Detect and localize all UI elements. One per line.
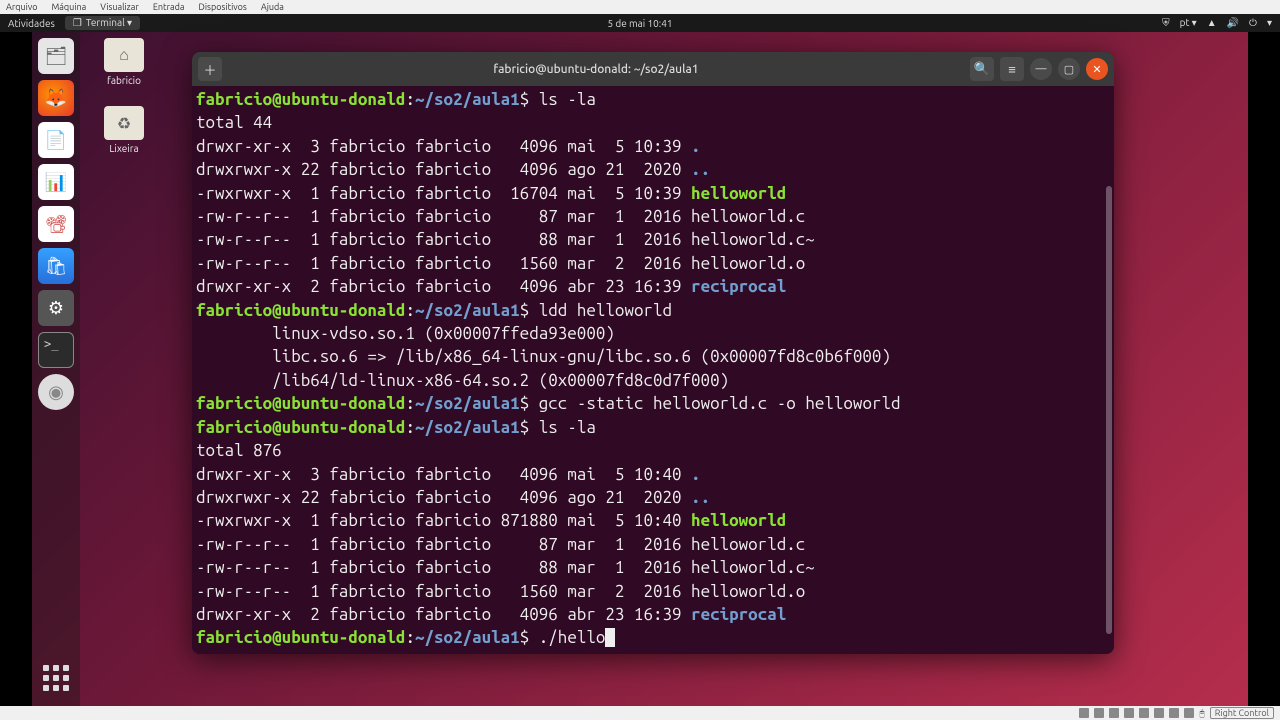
- vbox-usb-icon[interactable]: [1124, 708, 1134, 718]
- trash-icon: ♻: [104, 106, 144, 140]
- dock-files[interactable]: 🗂: [38, 38, 74, 74]
- vbox-menu-help[interactable]: Ajuda: [261, 2, 284, 12]
- virtualbox-menu[interactable]: Arquivo Máquina Visualizar Entrada Dispo…: [0, 0, 1280, 14]
- vbox-menu-input[interactable]: Entrada: [153, 2, 185, 12]
- dock-settings[interactable]: ⚙: [38, 290, 74, 326]
- vbox-hd-icon[interactable]: [1079, 708, 1089, 718]
- terminal-output[interactable]: fabricio@ubuntu-donald:~/so2/aula1$ ls -…: [192, 86, 1114, 654]
- virtualbox-statusbar: 🖰 Right Control: [0, 706, 1280, 720]
- vbox-rec-icon[interactable]: [1169, 708, 1179, 718]
- dock: 🗂 🦊 📄 📊 📽 🛍 ⚙ ◉: [32, 32, 80, 706]
- terminal-icon: ❐: [73, 17, 82, 29]
- show-applications[interactable]: [38, 660, 74, 696]
- desktop-home-folder[interactable]: ⌂ fabricio: [94, 38, 154, 86]
- volume-icon[interactable]: 🔊: [1227, 17, 1239, 29]
- dock-impress[interactable]: 📽: [38, 206, 74, 242]
- desktop: 🗂 🦊 📄 📊 📽 🛍 ⚙ ◉ ⌂ fabricio ♻ Lixeira ＋ f…: [32, 32, 1248, 706]
- desktop-home-label: fabricio: [94, 75, 154, 86]
- shield-icon[interactable]: ⛨: [1162, 17, 1170, 29]
- vbox-cd-icon[interactable]: [1094, 708, 1104, 718]
- vbox-shared-icon[interactable]: [1139, 708, 1149, 718]
- terminal-titlebar[interactable]: ＋ fabricio@ubuntu-donald: ~/so2/aula1 🔍 …: [192, 52, 1114, 86]
- vbox-display-icon[interactable]: [1154, 708, 1164, 718]
- vbox-net-icon[interactable]: [1109, 708, 1119, 718]
- hamburger-menu[interactable]: ≡: [1000, 57, 1024, 81]
- app-menu-label: Terminal ▾: [86, 17, 132, 29]
- vbox-menu-machine[interactable]: Máquina: [51, 2, 86, 12]
- dock-firefox[interactable]: 🦊: [38, 80, 74, 116]
- terminal-scrollbar[interactable]: [1106, 186, 1112, 634]
- vbox-menu-file[interactable]: Arquivo: [6, 2, 37, 12]
- dock-terminal[interactable]: [38, 332, 74, 368]
- activities-button[interactable]: Atividades: [8, 18, 55, 29]
- language-indicator[interactable]: pt ▾: [1180, 17, 1197, 29]
- clock[interactable]: 5 de mai 10:41: [607, 18, 672, 29]
- dock-writer[interactable]: 📄: [38, 122, 74, 158]
- chevron-down-icon[interactable]: ▾: [1267, 17, 1272, 29]
- vbox-cpu-icon[interactable]: [1184, 708, 1194, 718]
- desktop-trash[interactable]: ♻ Lixeira: [94, 106, 154, 154]
- network-icon[interactable]: ▲: [1207, 17, 1217, 29]
- power-icon[interactable]: ⏻: [1249, 17, 1257, 29]
- minimize-button[interactable]: —: [1030, 58, 1052, 80]
- app-menu-terminal[interactable]: ❐ Terminal ▾: [65, 16, 140, 30]
- terminal-window: ＋ fabricio@ubuntu-donald: ~/so2/aula1 🔍 …: [192, 52, 1114, 654]
- dock-disc[interactable]: ◉: [38, 374, 74, 410]
- vbox-menu-devices[interactable]: Dispositivos: [199, 2, 247, 12]
- home-icon: ⌂: [104, 38, 144, 72]
- gnome-topbar: Atividades ❐ Terminal ▾ 5 de mai 10:41 ⛨…: [0, 14, 1280, 32]
- dock-software[interactable]: 🛍: [38, 248, 74, 284]
- search-button[interactable]: 🔍: [970, 57, 994, 81]
- dock-calc[interactable]: 📊: [38, 164, 74, 200]
- desktop-trash-label: Lixeira: [94, 143, 154, 154]
- close-button[interactable]: ✕: [1086, 58, 1108, 80]
- maximize-button[interactable]: ▢: [1058, 58, 1080, 80]
- vbox-hostkey[interactable]: Right Control: [1210, 707, 1274, 719]
- new-tab-button[interactable]: ＋: [198, 57, 222, 81]
- window-title: fabricio@ubuntu-donald: ~/so2/aula1: [228, 63, 964, 76]
- vbox-menu-view[interactable]: Visualizar: [100, 2, 139, 12]
- vbox-mouse-icon[interactable]: 🖰: [1199, 708, 1204, 719]
